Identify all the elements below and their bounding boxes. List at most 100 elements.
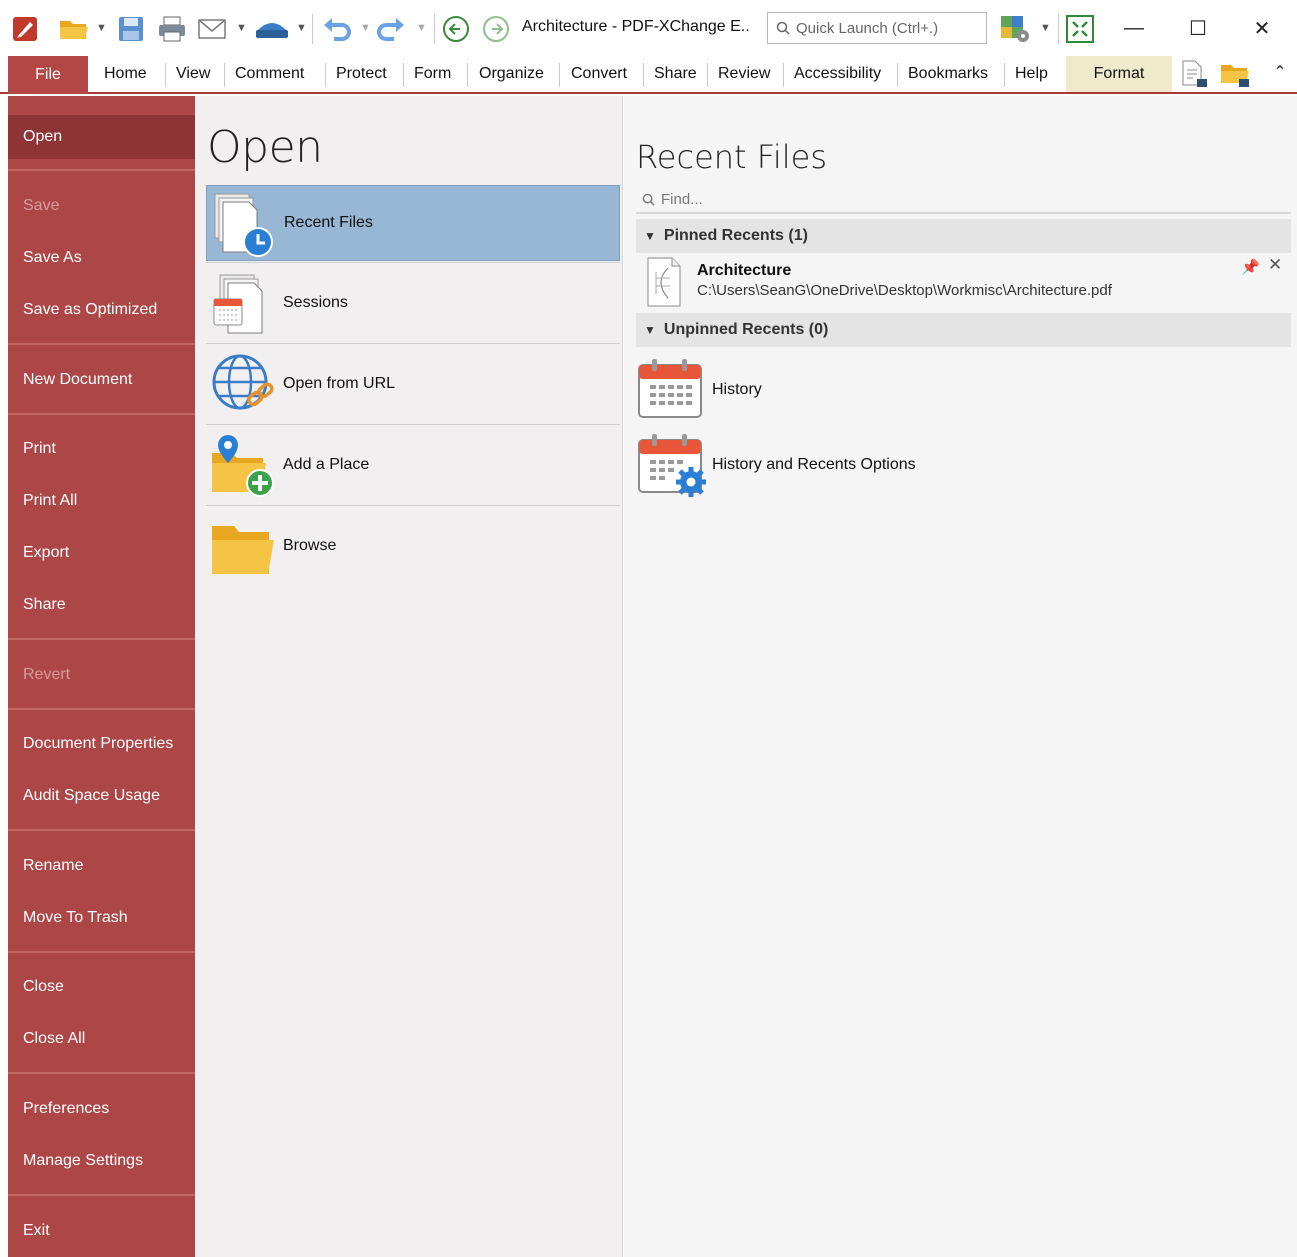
tab-share[interactable]: Share bbox=[654, 56, 697, 92]
tab-comment[interactable]: Comment bbox=[235, 56, 304, 92]
browse-folder-icon bbox=[208, 512, 278, 582]
sidebar-item-manage-settings[interactable]: Manage Settings bbox=[8, 1139, 195, 1183]
tab-home[interactable]: Home bbox=[104, 56, 147, 92]
sidebar-item-exit[interactable]: Exit bbox=[8, 1209, 195, 1253]
remove-recent-close-icon[interactable]: ✕ bbox=[1268, 255, 1282, 275]
open-option-label: Recent Files bbox=[284, 214, 373, 231]
tab-bookmarks[interactable]: Bookmarks bbox=[908, 56, 988, 92]
find-input[interactable]: Find... bbox=[636, 186, 1291, 214]
unpinned-recents-label: Unpinned Recents (0) bbox=[663, 321, 829, 338]
sidebar-item-print[interactable]: Print bbox=[8, 427, 195, 471]
open-option-sessions[interactable]: Sessions bbox=[206, 265, 620, 341]
fullscreen-icon[interactable] bbox=[1063, 12, 1097, 46]
calendar-gear-icon bbox=[636, 430, 710, 502]
unpinned-recents-header[interactable]: ▼ Unpinned Recents (0) bbox=[636, 313, 1291, 347]
close-window-button[interactable]: ✕ bbox=[1242, 10, 1282, 46]
sidebar-item-revert: Revert bbox=[23, 666, 71, 683]
sidebar-item-move-to-trash[interactable]: Move To Trash bbox=[8, 896, 195, 940]
window-title: Architecture - PDF-XChange E.. bbox=[522, 18, 750, 35]
recent-files-title: Recent Files bbox=[636, 138, 827, 176]
forward-arrow-icon[interactable] bbox=[481, 14, 511, 44]
sidebar-item-rename[interactable]: Rename bbox=[8, 844, 195, 888]
open-option-open-from-url[interactable]: Open from URL bbox=[206, 346, 620, 422]
back-arrow-icon[interactable] bbox=[441, 14, 471, 44]
recent-file-row[interactable]: Architecture C:\Users\SeanG\OneDrive\Des… bbox=[636, 252, 1291, 312]
open-option-label: Open from URL bbox=[283, 375, 396, 392]
history-button[interactable]: History bbox=[636, 355, 1291, 425]
email-dropdown-caret[interactable]: ▼ bbox=[236, 22, 247, 34]
sidebar-item-save: Save bbox=[23, 197, 60, 214]
save-icon[interactable] bbox=[115, 13, 147, 45]
maximize-button[interactable]: ☐ bbox=[1178, 10, 1218, 46]
quick-launch-placeholder: Quick Launch (Ctrl+.) bbox=[796, 19, 939, 37]
sidebar-item-document-properties[interactable]: Document Properties bbox=[8, 722, 195, 766]
recent-file-name: Architecture bbox=[697, 262, 792, 279]
customize-dropdown-caret[interactable]: ▼ bbox=[1040, 22, 1051, 34]
tab-protect[interactable]: Protect bbox=[336, 56, 387, 92]
open-panel: Open Recent Files Sessions Open from URL… bbox=[195, 96, 623, 1257]
recent-file-path: C:\Users\SeanG\OneDrive\Desktop\Workmisc… bbox=[697, 282, 1112, 299]
sessions-icon bbox=[208, 269, 278, 339]
redo-dropdown-caret[interactable]: ▼ bbox=[416, 22, 427, 34]
tab-review[interactable]: Review bbox=[718, 56, 770, 92]
tab-format[interactable]: Format bbox=[1066, 56, 1172, 92]
sidebar-item-export[interactable]: Export bbox=[8, 531, 195, 575]
tab-form[interactable]: Form bbox=[414, 56, 451, 92]
search-folder-icon[interactable] bbox=[1217, 58, 1253, 90]
pinned-recents-header[interactable]: ▼ Pinned Recents (1) bbox=[636, 219, 1291, 253]
add-place-icon bbox=[208, 431, 278, 501]
tab-view[interactable]: View bbox=[176, 56, 210, 92]
open-option-label: Browse bbox=[283, 537, 337, 554]
open-folder-icon[interactable] bbox=[56, 13, 92, 43]
sidebar-item-close-all[interactable]: Close All bbox=[8, 1017, 195, 1061]
recent-files-panel: Recent Files Find... ▼ Pinned Recents (1… bbox=[624, 96, 1297, 1257]
backstage-sidebar: Open Save Save As Save as Optimized New … bbox=[8, 96, 195, 1257]
email-icon[interactable] bbox=[195, 13, 229, 45]
sidebar-item-preferences[interactable]: Preferences bbox=[8, 1087, 195, 1131]
history-options-label: History and Recents Options bbox=[712, 456, 916, 473]
open-option-add-a-place[interactable]: Add a Place bbox=[206, 427, 620, 503]
sidebar-item-save-as-optimized[interactable]: Save as Optimized bbox=[8, 288, 195, 332]
undo-icon[interactable] bbox=[320, 13, 354, 45]
minimize-button[interactable]: — bbox=[1114, 10, 1154, 46]
collapse-ribbon-chevron-icon[interactable]: ⌃ bbox=[1268, 60, 1292, 84]
undo-dropdown-caret[interactable]: ▼ bbox=[360, 22, 371, 34]
sidebar-item-new-document[interactable]: New Document bbox=[8, 358, 195, 402]
print-icon[interactable] bbox=[155, 13, 189, 45]
scanner-dropdown-caret[interactable]: ▼ bbox=[296, 22, 307, 34]
tab-organize[interactable]: Organize bbox=[479, 56, 544, 92]
page-title: Open bbox=[207, 122, 323, 173]
quick-launch-input[interactable]: Quick Launch (Ctrl+.) bbox=[767, 12, 987, 44]
pdf-file-icon bbox=[646, 256, 686, 308]
history-and-recents-options-button[interactable]: History and Recents Options bbox=[636, 430, 1291, 500]
sidebar-item-share[interactable]: Share bbox=[8, 583, 195, 627]
sidebar-item-close[interactable]: Close bbox=[8, 965, 195, 1009]
tab-help[interactable]: Help bbox=[1015, 56, 1048, 92]
tab-accessibility[interactable]: Accessibility bbox=[794, 56, 881, 92]
open-dropdown-caret[interactable]: ▼ bbox=[96, 22, 107, 34]
open-option-browse[interactable]: Browse bbox=[206, 508, 620, 584]
pinned-recents-label: Pinned Recents (1) bbox=[663, 227, 808, 244]
pin-icon[interactable]: 📌 bbox=[1241, 258, 1260, 276]
sidebar-item-save-as[interactable]: Save As bbox=[8, 236, 195, 280]
ribbon-tab-bar: File Home View Comment Protect Form Orga… bbox=[0, 56, 1297, 94]
customize-ui-icon[interactable] bbox=[996, 12, 1036, 46]
tab-convert[interactable]: Convert bbox=[571, 56, 627, 92]
app-logo-icon bbox=[10, 14, 40, 44]
open-option-recent-files[interactable]: Recent Files bbox=[206, 185, 620, 261]
find-document-icon[interactable] bbox=[1177, 58, 1211, 90]
title-bar: ▼ ▼ ▼ ▼ ▼ Architecture - PDF-XChange E..… bbox=[0, 0, 1297, 56]
calendar-icon bbox=[636, 355, 706, 425]
scanner-icon[interactable] bbox=[252, 13, 292, 45]
sidebar-item-audit-space-usage[interactable]: Audit Space Usage bbox=[8, 774, 195, 818]
open-url-icon bbox=[208, 350, 278, 420]
find-placeholder: Find... bbox=[661, 190, 703, 208]
search-icon bbox=[776, 21, 790, 35]
redo-icon[interactable] bbox=[374, 13, 408, 45]
open-option-label: Add a Place bbox=[283, 456, 370, 473]
sidebar-item-open[interactable]: Open bbox=[8, 115, 195, 159]
open-option-label: Sessions bbox=[283, 294, 348, 311]
recent-files-icon bbox=[209, 190, 279, 260]
tab-file[interactable]: File bbox=[8, 56, 88, 94]
sidebar-item-print-all[interactable]: Print All bbox=[8, 479, 195, 523]
